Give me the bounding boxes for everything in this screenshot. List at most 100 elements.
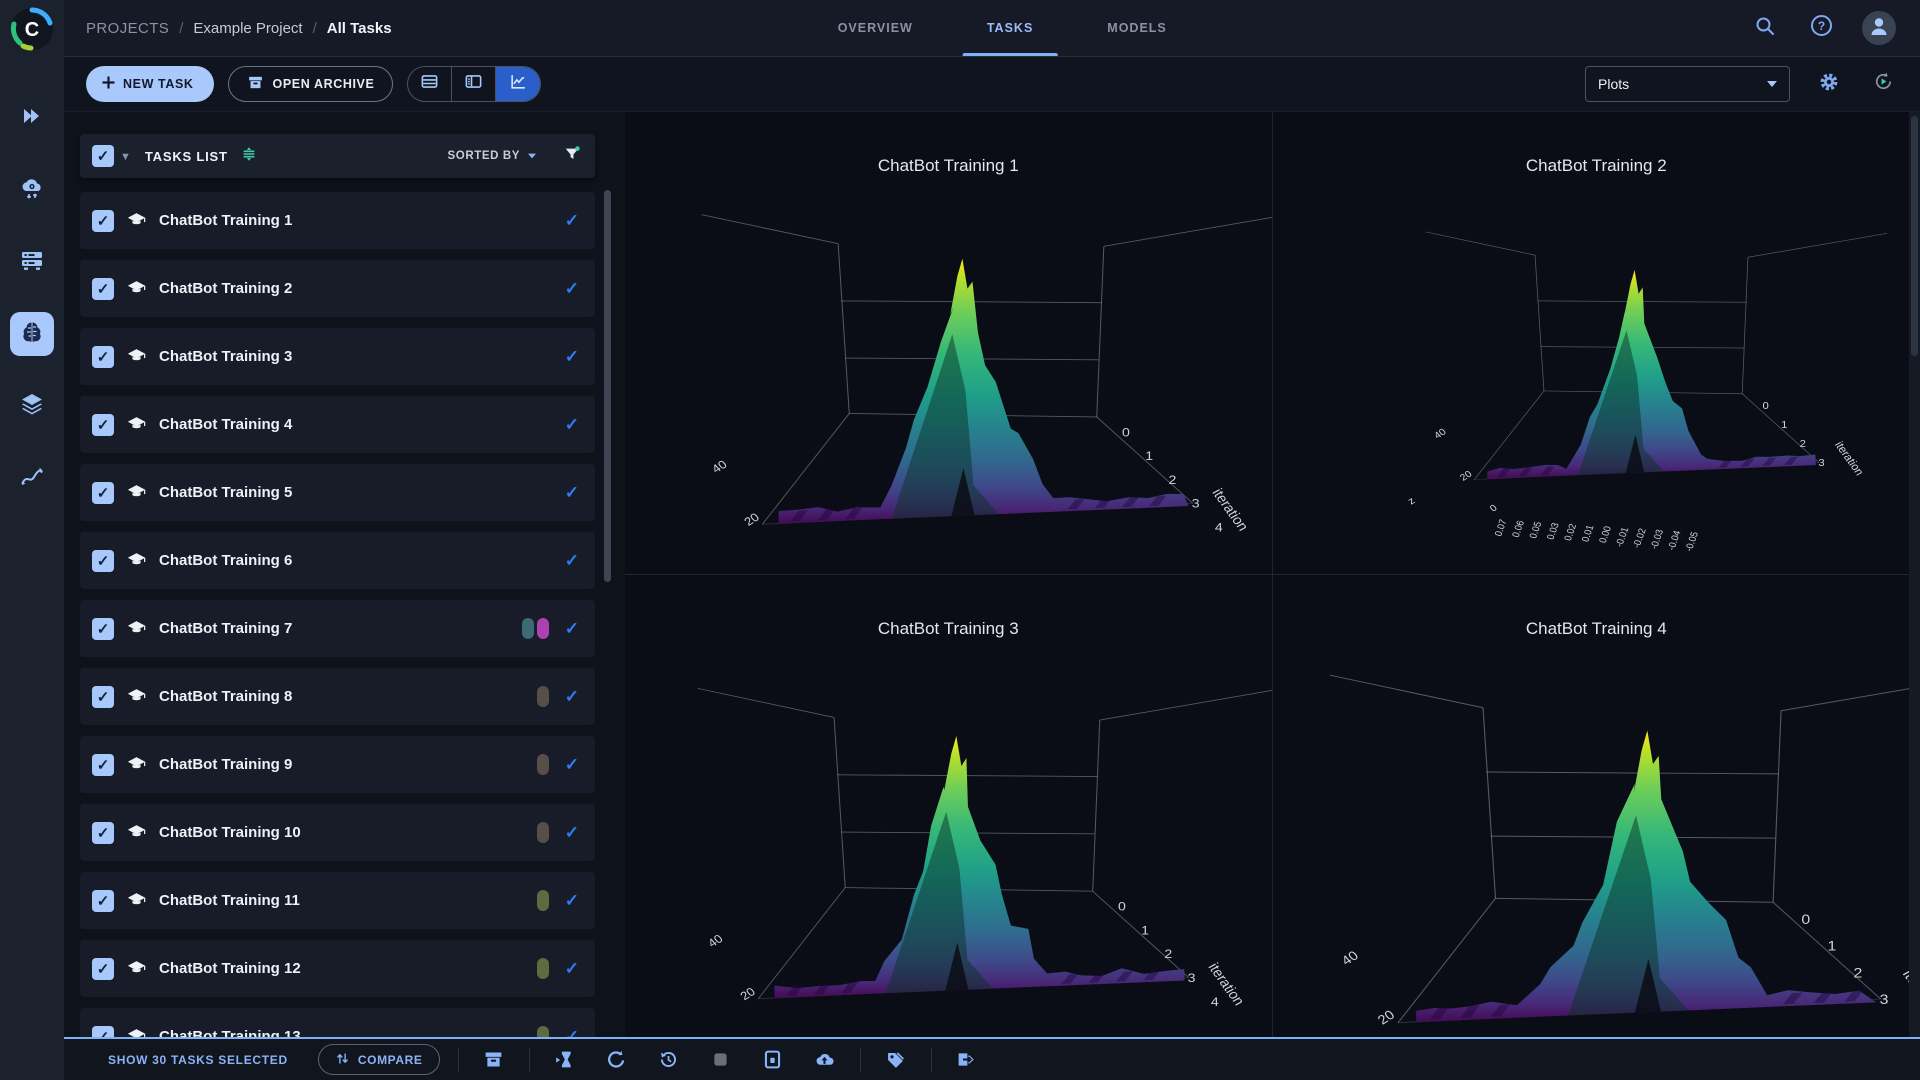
task-checkbox[interactable]: ✓ <box>92 822 114 844</box>
task-checkbox[interactable]: ✓ <box>92 686 114 708</box>
breadcrumb: PROJECTS / Example Project / All Tasks <box>86 20 392 37</box>
task-type-icon <box>127 824 146 841</box>
surface-plot[interactable]: 0123iteration4020 <box>1273 639 1920 1038</box>
svg-text:3: 3 <box>1879 992 1888 1007</box>
task-row[interactable]: ✓ChatBot Training 2✓ <box>80 260 595 317</box>
task-checkbox[interactable]: ✓ <box>92 618 114 640</box>
sorted-by-button[interactable]: SORTED BY <box>448 150 538 162</box>
svg-text:4: 4 <box>1211 994 1219 1008</box>
surface-plot[interactable]: 0123iteration40200z0.070.060.050.030.020… <box>1273 176 1920 574</box>
open-archive-button[interactable]: OPEN ARCHIVE <box>228 66 394 102</box>
svg-text:0.06: 0.06 <box>1510 519 1527 538</box>
view-mode-split[interactable] <box>452 67 496 101</box>
task-row[interactable]: ✓ChatBot Training 7✓ <box>80 600 595 657</box>
filter-button[interactable] <box>563 145 581 168</box>
sidebar-item-experiments[interactable] <box>10 312 54 356</box>
task-checkbox[interactable]: ✓ <box>92 482 114 504</box>
restore-button[interactable] <box>652 1045 686 1075</box>
task-checkbox[interactable]: ✓ <box>92 1026 114 1038</box>
surface-plot[interactable]: 01234iteration40200.100.090.080.070.060.… <box>625 639 1272 1038</box>
user-avatar[interactable] <box>1862 11 1896 45</box>
task-row[interactable]: ✓ChatBot Training 11✓ <box>80 872 595 929</box>
task-row[interactable]: ✓ChatBot Training 10✓ <box>80 804 595 861</box>
task-selected-check-icon: ✓ <box>565 347 579 367</box>
task-type-icon <box>127 416 146 433</box>
search-button[interactable] <box>1750 13 1780 43</box>
task-row[interactable]: ✓ChatBot Training 4✓ <box>80 396 595 453</box>
breadcrumb-projects[interactable]: PROJECTS <box>86 20 169 37</box>
task-name: ChatBot Training 13 <box>159 1028 301 1037</box>
task-selected-check-icon: ✓ <box>565 619 579 639</box>
content-area: ✓ ▼ TASKS LIST SORTED BY ✓ChatBot Traini… <box>64 112 1920 1037</box>
task-checkbox[interactable]: ✓ <box>92 958 114 980</box>
settings-button[interactable] <box>1814 69 1844 99</box>
app-logo[interactable]: C <box>9 6 55 52</box>
task-row[interactable]: ✓ChatBot Training 6✓ <box>80 532 595 589</box>
tags-button[interactable] <box>879 1045 913 1075</box>
breadcrumb-project[interactable]: Example Project <box>193 20 302 37</box>
task-selected-check-icon: ✓ <box>565 483 579 503</box>
pipeline-icon <box>19 463 45 494</box>
sorted-by-label: SORTED BY <box>448 150 521 162</box>
chevron-down-icon <box>528 154 536 159</box>
task-row[interactable]: ✓ChatBot Training 12✓ <box>80 940 595 997</box>
reset-button[interactable] <box>600 1045 634 1075</box>
task-tags <box>522 618 549 639</box>
select-all-checkbox[interactable]: ✓ <box>92 145 114 167</box>
customize-columns-button[interactable] <box>240 145 258 168</box>
archive-button[interactable] <box>477 1045 511 1075</box>
svg-text:0.03: 0.03 <box>1544 522 1561 541</box>
footer-divider <box>860 1048 861 1072</box>
svg-text:20: 20 <box>741 510 762 528</box>
plots-scrollbar[interactable] <box>1909 112 1920 1037</box>
task-selected-check-icon: ✓ <box>565 959 579 979</box>
task-row[interactable]: ✓ChatBot Training 5✓ <box>80 464 595 521</box>
surface-plot[interactable]: 01234iteration40200.080.070.050.040.020.… <box>625 176 1272 574</box>
sidebar-item-datasets[interactable] <box>10 384 54 428</box>
sidebar-item-pipelines[interactable] <box>10 456 54 500</box>
svg-text:0.01: 0.01 <box>1579 524 1596 543</box>
selection-dropdown-caret[interactable]: ▼ <box>120 151 131 163</box>
dequeue-button[interactable] <box>756 1045 790 1075</box>
svg-text:20: 20 <box>1374 1006 1398 1027</box>
help-button[interactable]: ? <box>1806 13 1836 43</box>
task-checkbox[interactable]: ✓ <box>92 278 114 300</box>
tasks-list-scrollbar[interactable] <box>604 190 611 582</box>
task-row[interactable]: ✓ChatBot Training 1✓ <box>80 192 595 249</box>
task-row[interactable]: ✓ChatBot Training 13✓ <box>80 1008 595 1037</box>
task-name: ChatBot Training 2 <box>159 280 292 297</box>
archive-icon <box>483 1049 504 1070</box>
task-row[interactable]: ✓ ChatBot Training 3 ✓ <box>80 328 595 385</box>
tab-tasks[interactable]: TASKS <box>981 0 1039 56</box>
selection-count-label[interactable]: SHOW 30 TASKS SELECTED <box>108 1053 288 1067</box>
sidebar-item-workers-queues[interactable] <box>10 240 54 284</box>
task-tags <box>537 958 549 979</box>
task-checkbox[interactable]: ✓ <box>92 210 114 232</box>
sidebar-item-autoscalers[interactable] <box>10 168 54 212</box>
task-name: ChatBot Training 3 <box>159 348 292 365</box>
task-selected-check-icon: ✓ <box>565 687 579 707</box>
move-to-project-button[interactable] <box>950 1045 984 1075</box>
svg-text:2: 2 <box>1853 966 1862 981</box>
tab-overview[interactable]: OVERVIEW <box>832 0 919 56</box>
enqueue-button[interactable] <box>548 1045 582 1075</box>
task-row[interactable]: ✓ChatBot Training 9✓ <box>80 736 595 793</box>
view-mode-charts[interactable] <box>496 67 540 101</box>
svg-text:1: 1 <box>1145 449 1153 463</box>
svg-text:3: 3 <box>1192 496 1200 510</box>
task-checkbox[interactable]: ✓ <box>92 754 114 776</box>
task-checkbox[interactable]: ✓ <box>92 550 114 572</box>
iteration-axis-label: iteration <box>1831 440 1865 478</box>
sidebar-item-expand[interactable] <box>10 96 54 140</box>
auto-refresh-button[interactable] <box>1868 69 1898 99</box>
task-checkbox[interactable]: ✓ <box>92 414 114 436</box>
task-checkbox[interactable]: ✓ <box>92 346 114 368</box>
task-checkbox[interactable]: ✓ <box>92 890 114 912</box>
tab-models[interactable]: MODELS <box>1101 0 1172 56</box>
task-row[interactable]: ✓ChatBot Training 8✓ <box>80 668 595 725</box>
publish-button[interactable] <box>808 1045 842 1075</box>
new-task-button[interactable]: NEW TASK <box>86 66 214 102</box>
compare-button[interactable]: COMPARE <box>318 1044 440 1075</box>
view-mode-table[interactable] <box>408 67 452 101</box>
metric-type-dropdown[interactable]: Plots <box>1585 66 1790 102</box>
